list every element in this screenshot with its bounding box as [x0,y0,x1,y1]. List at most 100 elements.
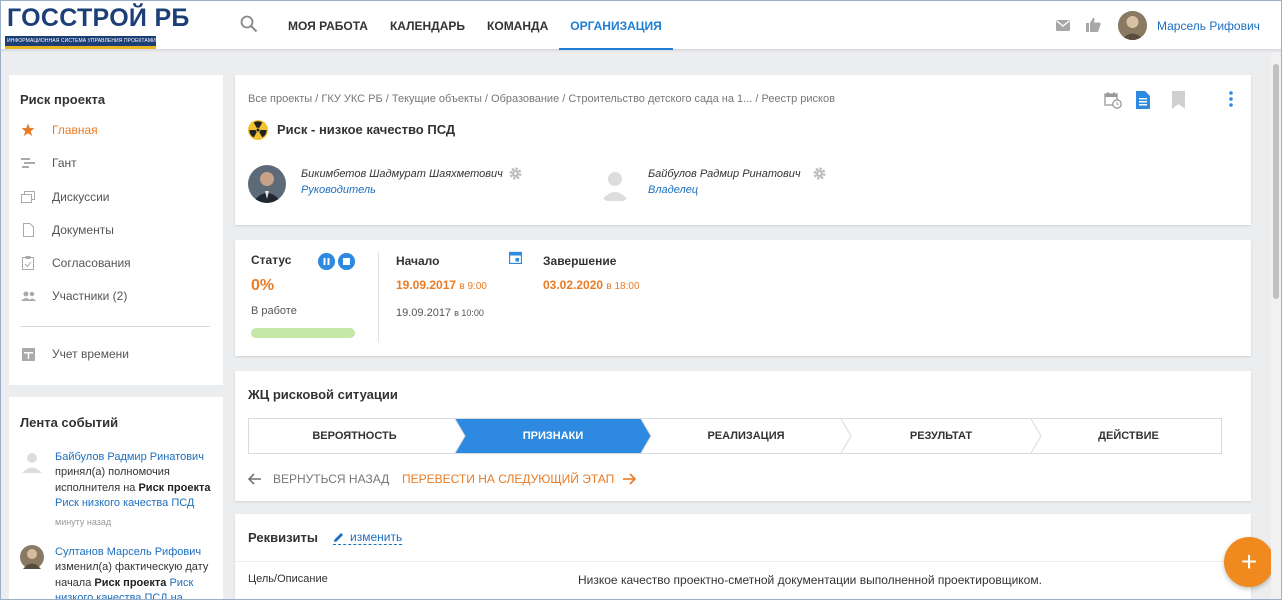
document-icon[interactable] [1136,91,1150,109]
sidebar-item-main[interactable]: Главная [20,120,98,140]
feed-object-link[interactable]: Риск низкого качества ПСД [55,497,194,509]
start-fact-time: в 10:00 [454,308,484,318]
stage-action[interactable]: Действие [1036,419,1221,453]
arrow-right-icon [623,473,637,485]
sidebar-risk-menu: Риск проекта Главная Гант Дискуссии Доку… [9,75,223,385]
page-title: Риск - низкое качество ПСД [277,122,456,137]
discussions-icon [20,189,36,205]
person-role[interactable]: Владелец [648,184,698,196]
stage-signs[interactable]: Признаки [460,419,646,453]
sidebar-item-label: Документы [52,223,114,237]
lifecycle-stages: Вероятность Признаки Реализация Результа… [248,418,1222,454]
calendar-clock-icon[interactable] [1104,91,1122,109]
add-button[interactable]: + [1224,537,1274,587]
event-feed: Лента событий Байбулов Радмир Ринатович … [9,397,223,600]
sidebar-item-discussions[interactable]: Дискуссии [20,187,110,207]
nav-my-work[interactable]: Моя работа [277,0,379,50]
logo[interactable]: ГОССТРОЙ РБ ИНФОРМАЦИОННАЯ СИСТЕМА УПРАВ… [5,4,189,49]
requisites-title: Реквизиты [248,530,318,545]
stop-icon[interactable] [338,253,355,270]
scrollbar-thumb[interactable] [1273,64,1279,299]
feed-text: Байбулов Радмир Ринатович принял(а) полн… [55,450,220,530]
person-name: Бикимбетов Шадмурат Шаяхметович [301,168,503,180]
sidebar-item-documents[interactable]: Документы [20,220,114,240]
feed-time: минуту назад [55,517,112,528]
sidebar-item-approvals[interactable]: Согласования [20,253,131,273]
more-menu-icon[interactable] [1229,91,1233,107]
requisite-value: Низкое качество проектно-сметной докумен… [578,573,1042,587]
user-name[interactable]: Марсель Рифович [1157,19,1260,33]
logo-subtitle: ИНФОРМАЦИОННАЯ СИСТЕМА УПРАВЛЕНИЯ ПРОЕКТ… [5,36,156,46]
bookmark-icon[interactable] [1172,91,1185,109]
settings-gear-icon[interactable] [813,167,826,180]
settings-gear-icon[interactable] [509,167,522,180]
end-plan-date-value: 03.02.2020 [543,278,604,292]
next-stage-label: Перевести на следующий этап [402,472,615,486]
feed-author-link[interactable]: Байбулов Радмир Ринатович [55,451,204,463]
sidebar-item-label: Гант [52,156,77,170]
pencil-icon [334,533,343,542]
feed-author-link[interactable]: Султанов Марсель Рифович [55,546,201,558]
time-tracking-icon [20,346,36,362]
feed-title: Лента событий [20,415,119,430]
sidebar-item-time-tracking[interactable]: Учет времени [20,344,129,364]
documents-icon [20,222,36,238]
stage-result[interactable]: Результат [846,419,1036,453]
participants-icon [20,288,36,304]
requisites-card: Реквизиты изменить Цель/Описание Низкое … [235,514,1251,600]
next-stage-button[interactable]: Перевести на следующий этап [402,472,637,486]
edit-link[interactable]: изменить [333,530,403,545]
status-state: В работе [251,305,297,317]
status-percent: 0% [251,277,275,294]
feed-object-type: Риск проекта [138,481,211,494]
end-label: Завершение [543,254,617,268]
mail-icon[interactable] [1056,20,1070,31]
thumbs-up-icon[interactable] [1086,17,1101,32]
stage-realization[interactable]: Реализация [646,419,846,453]
person-role[interactable]: Руководитель [301,184,376,196]
avatar[interactable] [248,165,286,203]
back-button[interactable]: Вернуться назад [248,472,389,486]
requisite-label: Цель/Описание [248,573,328,585]
edit-link-label: изменить [350,530,403,544]
sidebar-item-participants[interactable]: Участники (2) [20,286,127,306]
avatar[interactable] [596,165,634,203]
sidebar-item-label: Учет времени [52,347,129,361]
arrow-left-icon [248,473,261,485]
calendar-icon[interactable] [509,251,522,264]
stage-probability[interactable]: Вероятность [249,419,460,453]
lifecycle-title: ЖЦ рисковой ситуации [248,387,398,402]
end-plan-date: 03.02.2020 в 18:00 [543,278,640,292]
main-nav: Моя работа Календарь Команда Организация [277,0,673,50]
sidebar-item-label: Участники (2) [52,289,128,303]
back-button-label: Вернуться назад [273,472,390,486]
divider [378,252,379,342]
top-bar: ГОССТРОЙ РБ ИНФОРМАЦИОННАЯ СИСТЕМА УПРАВ… [0,0,1282,50]
sidebar-item-label: Главная [52,123,98,137]
sidebar-title: Риск проекта [20,92,106,107]
user-avatar[interactable] [1118,11,1147,40]
start-plan-time: в 9:00 [459,281,487,292]
sidebar-divider [20,326,210,327]
start-fact-date-value: 19.09.2017 [396,307,452,319]
pause-icon[interactable] [318,253,335,270]
feed-text: Султанов Марсель Рифович изменил(а) факт… [55,545,220,600]
search-icon[interactable] [240,15,258,33]
avatar [20,545,44,569]
start-plan-date: 19.09.2017 в 9:00 [396,278,487,292]
status-progress-bar [251,328,355,338]
lifecycle-card: ЖЦ рисковой ситуации Вероятность Признак… [235,371,1251,501]
scrollbar[interactable] [1271,52,1281,600]
radiation-icon [248,120,268,140]
start-plan-date-value: 19.09.2017 [396,278,457,292]
end-plan-time: в 18:00 [606,281,640,292]
nav-calendar[interactable]: Календарь [379,0,476,50]
nav-team[interactable]: Команда [476,0,559,50]
start-label: Начало [396,254,440,268]
breadcrumb[interactable]: Все проекты / ГКУ УКС РБ / Текущие объек… [248,93,835,105]
avatar [20,450,44,474]
start-fact-date: 19.09.2017 в 10:00 [396,307,484,319]
star-icon [20,122,36,138]
nav-organization[interactable]: Организация [559,0,673,50]
sidebar-item-gantt[interactable]: Гант [20,153,77,173]
